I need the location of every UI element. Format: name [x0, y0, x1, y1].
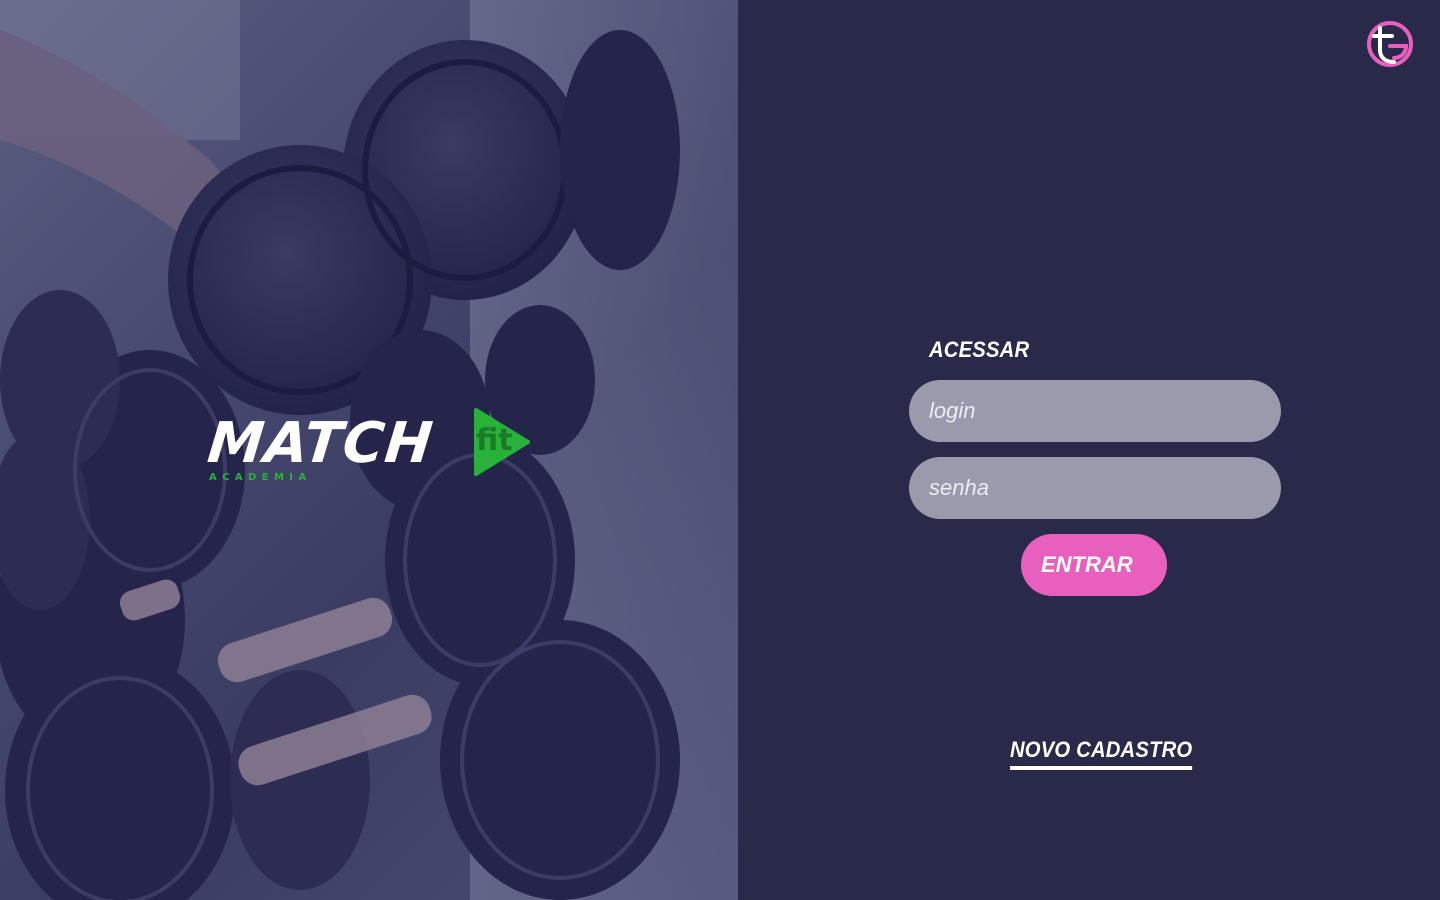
login-title: ACESSAR — [929, 337, 1030, 362]
password-input[interactable] — [909, 457, 1281, 519]
submit-row: ENTRAR — [909, 534, 1281, 596]
login-panel: ACESSAR ENTRAR NOVO CADASTRO — [738, 0, 1440, 900]
login-form: ACESSAR ENTRAR — [909, 336, 1281, 596]
brand-monogram-icon — [1367, 21, 1413, 67]
login-input[interactable] — [909, 380, 1281, 442]
logo-fit-text: fit — [476, 423, 513, 458]
matchfit-logo: MATCH fit ACADEMIA — [204, 408, 538, 488]
enter-button[interactable]: ENTRAR — [1021, 534, 1167, 596]
logo-subtitle: ACADEMIA — [209, 472, 312, 483]
hero-gym-image: MATCH fit ACADEMIA — [0, 0, 738, 900]
logo-wordmark: MATCH — [204, 411, 437, 476]
new-register-link[interactable]: NOVO CADASTRO — [1010, 736, 1193, 770]
login-page: MATCH fit ACADEMIA ACESSAR ENTRAR NOVO C… — [0, 0, 1440, 900]
